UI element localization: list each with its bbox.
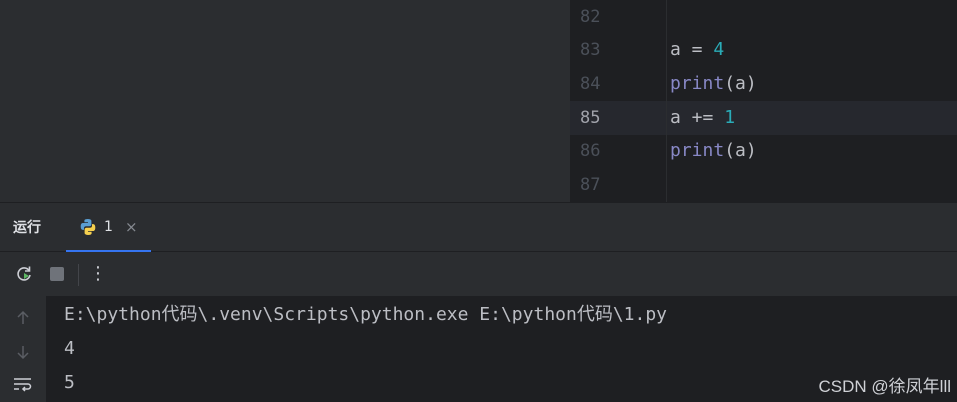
toolbar-separator xyxy=(78,264,79,286)
stop-button[interactable] xyxy=(47,264,67,284)
project-pane xyxy=(0,0,570,202)
line-number: 83 xyxy=(580,40,601,60)
code-line-83[interactable]: 83 a = 4 xyxy=(570,33,957,67)
rerun-icon xyxy=(17,266,31,281)
code-token: a += xyxy=(670,107,725,128)
gutter-divider xyxy=(666,0,667,202)
stop-icon xyxy=(50,267,64,281)
run-panel-title: 运行 xyxy=(13,220,41,236)
code-text: print(a) xyxy=(670,67,757,101)
code-text: a += 1 xyxy=(670,101,735,135)
code-token-function: print xyxy=(670,140,725,161)
line-number: 86 xyxy=(580,141,601,161)
more-options-button[interactable]: ⋮ xyxy=(88,264,108,284)
code-token: (a) xyxy=(724,73,757,94)
code-line-85[interactable]: 85 a += 1 xyxy=(570,101,957,135)
code-token-number: 1 xyxy=(724,107,736,128)
code-line-84[interactable]: 84 print(a) xyxy=(570,67,957,101)
code-token-number: 4 xyxy=(713,39,725,60)
console-line: 4 xyxy=(64,338,75,359)
run-tab-label: 1 xyxy=(104,219,113,235)
code-line-82[interactable]: 82 xyxy=(570,0,957,34)
run-panel-header: 运行 1 × xyxy=(0,202,957,253)
console-line: 5 xyxy=(64,372,75,393)
code-line-86[interactable]: 86 print(a) xyxy=(570,134,957,168)
console-line: E:\python代码\.venv\Scripts\python.exe E:\… xyxy=(64,304,668,325)
line-number: 87 xyxy=(580,175,601,195)
code-editor[interactable]: 82 83 a = 4 84 print(a) 85 a += 1 86 pri… xyxy=(570,0,957,202)
arrow-up-icon xyxy=(17,310,29,324)
code-token: a = xyxy=(670,39,714,60)
code-token: (a) xyxy=(724,140,757,161)
console-gutter xyxy=(0,296,46,402)
watermark: CSDN @徐凤年lll xyxy=(818,377,951,396)
line-number: 82 xyxy=(580,7,601,27)
soft-wrap-icon xyxy=(14,378,32,392)
scroll-up-button[interactable] xyxy=(13,308,33,328)
python-icon xyxy=(80,219,96,235)
close-icon[interactable]: × xyxy=(125,203,138,251)
soft-wrap-button[interactable] xyxy=(13,374,33,394)
line-number: 84 xyxy=(580,74,601,94)
code-line-87[interactable]: 87 xyxy=(570,168,957,202)
more-icon: ⋮ xyxy=(89,263,107,284)
scroll-down-button[interactable] xyxy=(13,342,33,362)
rerun-button[interactable] xyxy=(14,264,34,284)
code-text: print(a) xyxy=(670,134,757,168)
run-tab[interactable]: 1 × xyxy=(66,203,151,253)
code-token-function: print xyxy=(670,73,725,94)
run-toolbar: ⋮ xyxy=(0,252,957,296)
line-number: 85 xyxy=(580,108,601,128)
arrow-down-icon xyxy=(17,346,29,360)
code-text: a = 4 xyxy=(670,33,724,67)
